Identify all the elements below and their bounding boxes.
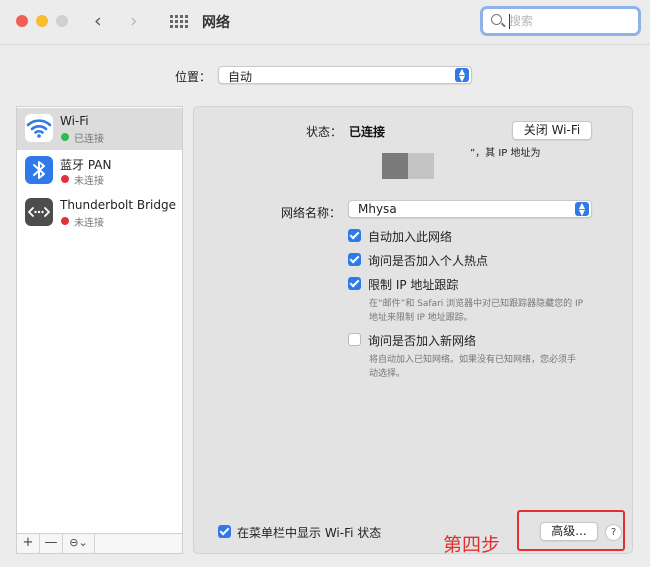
limit-ip-tracking-checkbox[interactable] [348,277,361,290]
select-stepper-icon: ▲ ▼ [575,202,589,217]
search-icon [491,14,502,25]
service-name: Thunderbolt Bridge [60,198,177,212]
step-annotation: 第四步 [443,534,501,556]
zoom-window-button[interactable] [56,15,68,27]
wifi-icon [25,114,53,142]
show-in-menubar-label: 在菜单栏中显示 Wi-Fi 状态 [237,526,382,540]
bluetooth-icon [25,156,53,184]
status-label: 状态： [306,125,343,139]
status-value: 已连接 [349,125,386,139]
service-name: Wi-Fi [60,114,89,128]
ask-hotspot-label: 询问是否加入个人热点 [368,254,489,268]
service-status: 已连接 [74,134,104,145]
ip-address-note: ”，其 IP 地址为 [470,148,541,159]
auto-join-checkbox[interactable] [348,229,361,242]
ask-hotspot-checkbox[interactable] [348,253,361,266]
back-chevron-icon[interactable]: ‹ [94,10,102,32]
close-window-button[interactable] [16,15,28,27]
service-item-thunderbolt-bridge[interactable]: Thunderbolt Bridge 未连接 [17,192,182,234]
service-status: 未连接 [74,176,104,187]
redacted-block [382,153,408,179]
search-field[interactable] [480,6,641,36]
redacted-block [408,153,434,179]
status-dot [61,133,69,141]
search-input[interactable] [509,12,633,30]
ask-new-networks-checkbox[interactable] [348,333,361,346]
location-label: 位置： [175,70,212,84]
limit-ip-tracking-label: 限制 IP 地址跟踪 [368,278,459,292]
window-title: 网络 [202,15,230,31]
advanced-button[interactable]: 高级... [540,522,598,541]
thunderbolt-bridge-icon [25,198,53,226]
service-status: 未连接 [74,218,104,229]
network-name-select[interactable]: Mhysa ▲ ▼ [348,200,592,218]
add-service-button[interactable]: + [17,534,40,553]
titlebar-separator [0,44,650,45]
status-dot [61,217,69,225]
forward-chevron-icon[interactable]: › [130,10,138,32]
show-all-grid-icon[interactable] [170,15,188,29]
network-preferences-window: ‹ › 网络 位置： 自动 ▲▼ Wi-Fi [0,0,650,567]
action-menu-button[interactable]: ⊖⌄ [63,534,95,553]
turn-off-wifi-button[interactable]: 关闭 Wi-Fi [512,121,592,140]
network-name-label: 网络名称： [281,206,342,220]
select-stepper-icon: ▲ ▼ [455,68,469,83]
ask-new-networks-label: 询问是否加入新网络 [368,334,477,348]
service-item-wifi[interactable]: Wi-Fi 已连接 [17,108,182,150]
status-dot [61,175,69,183]
service-item-bluetooth-pan[interactable]: 蓝牙 PAN 未连接 [17,150,182,192]
help-button[interactable]: ? [605,524,622,541]
service-list: Wi-Fi 已连接 蓝牙 PAN 未连接 Thunderbolt Bridge … [16,106,183,534]
limit-ip-tracking-hint-line-1: 在“邮件”和 Safari 浏览器中对已知跟踪器隐藏您的 IP [369,299,584,309]
service-name: 蓝牙 PAN [60,158,112,172]
show-in-menubar-checkbox[interactable] [218,525,231,538]
location-select[interactable]: 自动 ▲ ▼ [218,66,472,84]
minimize-window-button[interactable] [36,15,48,27]
remove-service-button[interactable]: — [40,534,63,553]
title-bar: ‹ › 网络 [0,0,650,44]
auto-join-label: 自动加入此网络 [368,230,453,244]
service-list-toolbar: + — ⊖⌄ [16,534,183,554]
limit-ip-tracking-hint-line-2: 地址来限制 IP 地址跟踪。 [369,313,473,323]
ask-new-networks-hint-line-2: 动选择。 [369,369,406,379]
ask-new-networks-hint-line-1: 将自动加入已知网络。如果没有已知网络，您必须手 [369,355,577,365]
location-value: 自动 [228,70,253,84]
network-name-value: Mhysa [358,202,397,216]
